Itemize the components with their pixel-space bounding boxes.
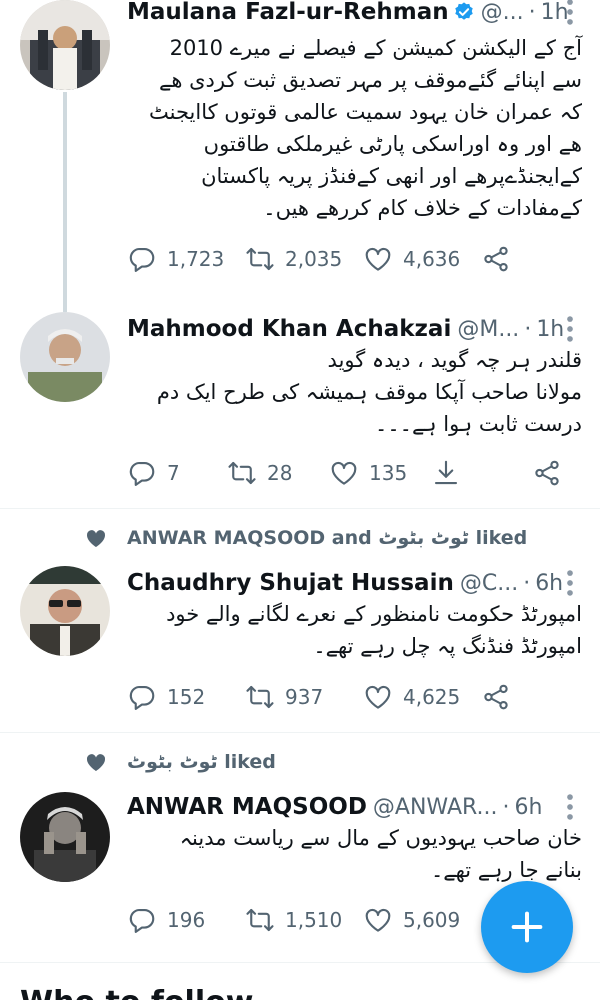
reply-button[interactable]: 1,723 [127, 244, 224, 274]
reply-icon [127, 458, 157, 488]
share-icon [532, 458, 562, 488]
tweet-divider [0, 508, 600, 509]
reply-icon [127, 244, 157, 274]
action-bar: 152 937 4,625 [127, 682, 527, 712]
more-vertical-icon[interactable] [560, 0, 580, 29]
avatar[interactable] [20, 0, 110, 90]
like-button[interactable]: 135 [329, 458, 407, 488]
share-icon [481, 682, 511, 712]
reply-button[interactable]: 196 [127, 905, 205, 935]
social-context[interactable]: ANWAR MAQSOOD and ٹوٹ بٹوٹ liked [127, 522, 580, 554]
share-button[interactable] [481, 682, 521, 712]
retweet-icon [245, 905, 275, 935]
tweet-divider [0, 732, 600, 733]
more-vertical-icon[interactable] [560, 566, 580, 600]
compose-tweet-button[interactable] [481, 881, 573, 973]
reply-count: 196 [167, 908, 206, 932]
more-vertical-icon[interactable] [560, 312, 580, 346]
author-handle[interactable]: @... [481, 0, 524, 25]
retweet-icon [245, 682, 275, 712]
like-button[interactable]: 4,636 [363, 244, 460, 274]
reply-icon [127, 905, 157, 935]
like-count: 5,609 [403, 908, 461, 932]
avatar[interactable] [20, 566, 110, 656]
share-button[interactable] [532, 458, 572, 488]
retweet-count: 1,510 [285, 908, 343, 932]
tweet-text: قلندر ہر چہ گوید ، دیدہ گوید مولانا صاحب… [156, 348, 582, 436]
action-bar: 7 28 135 [127, 458, 562, 488]
tweet-text: امپورٹڈ حکومت نامنظور کے نعرے لگانے والے… [166, 602, 582, 658]
more-vertical-icon[interactable] [560, 790, 580, 824]
avatar[interactable] [20, 792, 110, 882]
timestamp[interactable]: 6h [535, 571, 563, 596]
retweet-icon [227, 458, 257, 488]
retweet-count: 28 [267, 461, 293, 485]
retweet-count: 937 [285, 685, 324, 709]
download-icon [431, 458, 461, 488]
retweet-count: 2,035 [285, 247, 343, 271]
separator-dot: · [523, 570, 531, 596]
like-count: 4,636 [403, 247, 461, 271]
action-bar: 1,723 2,035 4,636 [127, 244, 527, 274]
compose-plus-icon [511, 911, 543, 943]
liked-heart-icon [84, 526, 108, 550]
author-name[interactable]: Mahmood Khan Achakzai [127, 316, 451, 342]
avatar[interactable] [20, 312, 110, 402]
retweet-button[interactable]: 2,035 [245, 244, 342, 274]
verified-badge-icon [453, 1, 475, 23]
heart-icon [329, 458, 359, 488]
author-name[interactable]: Chaudhry Shujat Hussain [127, 570, 454, 596]
like-count: 4,625 [403, 685, 461, 709]
share-button[interactable] [481, 244, 521, 274]
share-icon [481, 244, 511, 274]
reply-count: 7 [167, 461, 180, 485]
thread-connector-line [63, 92, 67, 312]
author-handle[interactable]: @C... [460, 571, 518, 596]
action-bar: 196 1,510 5,609 [127, 905, 527, 935]
heart-icon [363, 682, 393, 712]
author-name[interactable]: ANWAR MAQSOOD [127, 794, 367, 820]
like-count: 135 [369, 461, 408, 485]
like-button[interactable]: 5,609 [363, 905, 460, 935]
heart-icon [363, 905, 393, 935]
reply-icon [127, 682, 157, 712]
separator-dot: · [528, 0, 536, 25]
timestamp[interactable]: 6h [515, 795, 543, 820]
tweet-text: آج کے الیکشن کمیشن کے فیصلے نے میرے 2010… [149, 36, 582, 220]
like-button[interactable]: 4,625 [363, 682, 460, 712]
liked-heart-icon [84, 750, 108, 774]
retweet-button[interactable]: 937 [245, 682, 323, 712]
reply-count: 1,723 [167, 247, 225, 271]
who-to-follow-heading: Who to follow [20, 985, 253, 1000]
reply-button[interactable]: 152 [127, 682, 205, 712]
retweet-icon [245, 244, 275, 274]
author-handle[interactable]: @M... [457, 317, 519, 342]
retweet-button[interactable]: 1,510 [245, 905, 342, 935]
author-name[interactable]: Maulana Fazl-ur-Rehman [127, 0, 449, 25]
download-button[interactable] [431, 458, 471, 488]
retweet-button[interactable]: 28 [227, 458, 292, 488]
heart-icon [363, 244, 393, 274]
reply-count: 152 [167, 685, 206, 709]
separator-dot: · [502, 794, 510, 820]
social-context[interactable]: ٹوٹ بٹوٹ liked [127, 746, 580, 778]
separator-dot: · [524, 316, 532, 342]
author-handle[interactable]: @ANWAR... [373, 795, 498, 820]
reply-button[interactable]: 7 [127, 458, 180, 488]
tweet-text: خان صاحب یہودیوں کے مال سے ریاست مدینہ ب… [179, 826, 582, 882]
